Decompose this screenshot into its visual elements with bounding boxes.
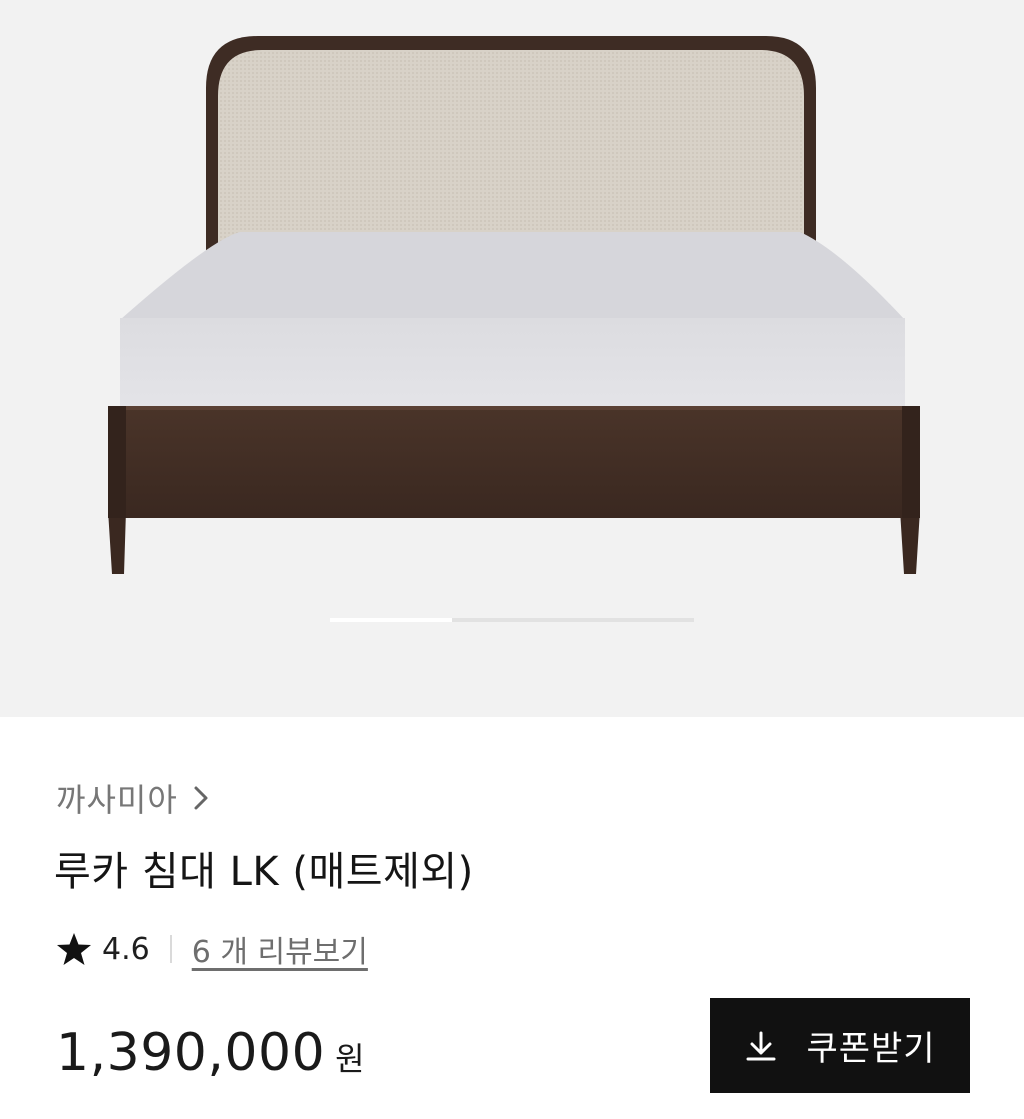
price: 1,390,000 원 — [56, 1023, 365, 1083]
coupon-button-label: 쿠폰받기 — [806, 1030, 936, 1068]
slide-indicator — [330, 618, 694, 622]
product-image[interactable] — [0, 0, 1024, 717]
product-image-gallery[interactable] — [0, 0, 1024, 717]
brand-name: 까사미아 — [56, 781, 178, 819]
coupon-download-button[interactable]: 쿠폰받기 — [710, 998, 970, 1093]
product-info: 까사미아 루카 침대 LK (매트제외) 4.6 6 개 리뷰보기 1,390,… — [0, 717, 1024, 1119]
product-title: 루카 침대 LK (매트제외) — [54, 849, 474, 895]
star-icon — [56, 932, 92, 966]
slide-indicator-active — [330, 618, 452, 622]
review-link[interactable]: 6 개 리뷰보기 — [192, 927, 368, 971]
divider — [169, 935, 172, 963]
rating-score: 4.6 — [102, 931, 150, 967]
rating-row: 4.6 6 개 리뷰보기 — [56, 927, 368, 971]
brand-link[interactable]: 까사미아 — [56, 775, 210, 821]
price-currency: 원 — [335, 1040, 365, 1078]
download-icon — [744, 1029, 778, 1063]
price-amount: 1,390,000 — [56, 1023, 326, 1083]
chevron-right-icon — [192, 784, 210, 812]
